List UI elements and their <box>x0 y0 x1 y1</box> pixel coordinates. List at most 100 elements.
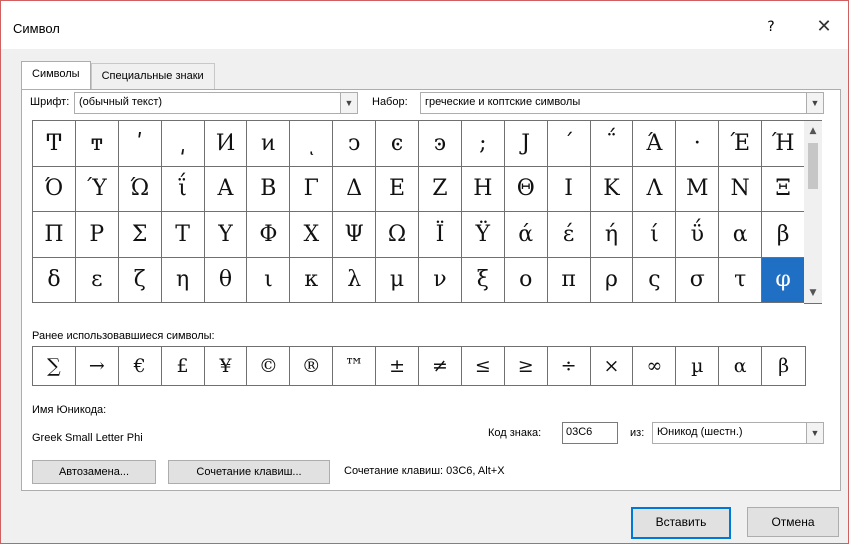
recent-symbol-cell[interactable]: ∞ <box>633 347 677 385</box>
chevron-down-icon[interactable]: ▼ <box>340 93 357 113</box>
symbol-cell[interactable]: Η <box>461 166 505 212</box>
symbol-cell[interactable]: ή <box>590 212 634 258</box>
symbol-cell[interactable]: Ν <box>719 166 763 212</box>
symbol-cell[interactable]: τ <box>719 257 763 303</box>
symbol-cell[interactable]: ξ <box>461 257 505 303</box>
shortcut-key-button[interactable]: Сочетание клавиш... <box>168 460 330 484</box>
symbol-cell[interactable]: ο <box>504 257 548 303</box>
symbol-cell[interactable]: ΐ <box>161 166 205 212</box>
symbol-cell[interactable]: ͵ <box>161 121 205 167</box>
subset-select[interactable]: греческие и коптские символы ▼ <box>420 92 824 114</box>
symbol-cell[interactable]: δ <box>33 257 76 303</box>
close-icon[interactable]: ✕ <box>813 15 835 39</box>
recent-symbol-cell[interactable]: → <box>76 347 119 385</box>
symbol-cell[interactable]: ͳ <box>75 121 119 167</box>
symbol-cell[interactable]: Ζ <box>419 166 462 212</box>
symbol-cell[interactable]: Ρ <box>75 212 119 258</box>
symbol-cell[interactable]: ά <box>504 212 548 258</box>
symbol-cell[interactable]: ΰ <box>676 212 720 258</box>
symbol-cell[interactable]: κ <box>290 257 334 303</box>
symbol-cell[interactable]: Ώ <box>118 166 162 212</box>
symbol-cell[interactable]: ρ <box>590 257 634 303</box>
symbol-cell[interactable]: ͻ <box>333 121 377 167</box>
symbol-cell[interactable]: Β <box>247 166 291 212</box>
recent-symbol-cell[interactable]: ™ <box>333 347 377 385</box>
scroll-down-icon[interactable]: ▼ <box>804 285 822 301</box>
recent-symbol-cell[interactable]: ® <box>290 347 334 385</box>
symbol-cell[interactable]: μ <box>376 257 419 303</box>
symbol-cell[interactable]: ; <box>461 121 505 167</box>
symbol-cell[interactable]: Α <box>204 166 248 212</box>
symbol-cell[interactable]: ΄ <box>547 121 591 167</box>
symbol-cell[interactable]: Ψ <box>333 212 377 258</box>
recent-symbol-cell[interactable]: ¥ <box>205 347 248 385</box>
encoding-select[interactable]: Юникод (шестн.) ▼ <box>652 422 824 444</box>
symbol-cell[interactable]: Ϋ <box>461 212 505 258</box>
symbol-cell[interactable]: ί <box>633 212 677 258</box>
symbol-cell[interactable]: Σ <box>118 212 162 258</box>
symbol-cell[interactable]: ʹ <box>118 121 162 167</box>
symbol-cell[interactable]: Τ <box>161 212 205 258</box>
scroll-thumb[interactable] <box>808 143 818 189</box>
recent-symbol-cell[interactable]: × <box>591 347 634 385</box>
tab-symbols[interactable]: Символы <box>21 61 91 89</box>
symbol-cell-selected[interactable]: φ <box>762 257 805 303</box>
insert-button[interactable]: Вставить <box>631 507 731 539</box>
symbol-cell[interactable]: θ <box>204 257 248 303</box>
char-code-input[interactable]: 03C6 <box>562 422 618 444</box>
symbol-cell[interactable]: ε <box>75 257 119 303</box>
recent-symbol-cell[interactable]: α <box>719 347 763 385</box>
recent-symbol-cell[interactable]: ≤ <box>462 347 505 385</box>
symbol-cell[interactable]: Ι <box>547 166 591 212</box>
symbol-cell[interactable]: Ϊ <box>419 212 462 258</box>
symbol-cell[interactable]: ͽ <box>419 121 462 167</box>
symbol-cell[interactable]: Λ <box>633 166 677 212</box>
symbol-cell[interactable]: Θ <box>504 166 548 212</box>
symbol-cell[interactable]: α <box>719 212 763 258</box>
symbol-cell[interactable]: Γ <box>290 166 334 212</box>
symbol-cell[interactable]: ͺ <box>290 121 334 167</box>
recent-symbol-cell[interactable]: ≥ <box>505 347 548 385</box>
symbol-cell[interactable]: Ω <box>376 212 419 258</box>
font-select[interactable]: (обычный текст) ▼ <box>74 92 358 114</box>
recent-symbol-cell[interactable]: ∑ <box>33 347 76 385</box>
recent-symbol-cell[interactable]: ÷ <box>548 347 591 385</box>
recent-symbol-cell[interactable]: µ <box>676 347 720 385</box>
symbol-cell[interactable]: ͼ <box>376 121 419 167</box>
chevron-down-icon[interactable]: ▼ <box>806 423 823 443</box>
symbol-cell[interactable]: Ϳ <box>504 121 548 167</box>
symbol-cell[interactable]: σ <box>676 257 720 303</box>
symbol-cell[interactable]: η <box>161 257 205 303</box>
chevron-down-icon[interactable]: ▼ <box>806 93 823 113</box>
recent-symbol-cell[interactable]: ≠ <box>419 347 462 385</box>
symbol-cell[interactable]: ν <box>419 257 462 303</box>
symbol-cell[interactable]: έ <box>547 212 591 258</box>
symbol-cell[interactable]: Ύ <box>75 166 119 212</box>
symbol-cell[interactable]: Φ <box>247 212 291 258</box>
symbol-cell[interactable]: β <box>762 212 805 258</box>
symbol-cell[interactable]: Μ <box>676 166 720 212</box>
recent-symbol-cell[interactable]: β <box>762 347 805 385</box>
symbol-cell[interactable]: Ή <box>762 121 805 167</box>
symbol-cell[interactable]: Ͳ <box>33 121 76 167</box>
symbol-cell[interactable]: ΅ <box>590 121 634 167</box>
symbol-cell[interactable]: Ό <box>33 166 76 212</box>
scroll-up-icon[interactable]: ▲ <box>804 123 822 139</box>
help-button[interactable]: ? <box>761 15 781 39</box>
recent-symbol-cell[interactable]: £ <box>162 347 205 385</box>
symbol-cell[interactable]: Ε <box>376 166 419 212</box>
symbol-cell[interactable]: λ <box>333 257 377 303</box>
tab-special-characters[interactable]: Специальные знаки <box>90 63 215 89</box>
symbol-cell[interactable]: Δ <box>333 166 377 212</box>
recent-symbol-cell[interactable]: © <box>247 347 291 385</box>
symbol-cell[interactable]: Ͷ <box>204 121 248 167</box>
symbol-cell[interactable]: Κ <box>590 166 634 212</box>
symbol-grid-scrollbar[interactable]: ▲ ▼ <box>804 120 822 304</box>
symbol-cell[interactable]: Χ <box>290 212 334 258</box>
symbol-cell[interactable]: π <box>547 257 591 303</box>
symbol-cell[interactable]: ζ <box>118 257 162 303</box>
symbol-cell[interactable]: · <box>676 121 720 167</box>
symbol-cell[interactable]: Υ <box>204 212 248 258</box>
cancel-button[interactable]: Отмена <box>747 507 839 537</box>
recent-symbol-cell[interactable]: € <box>119 347 162 385</box>
